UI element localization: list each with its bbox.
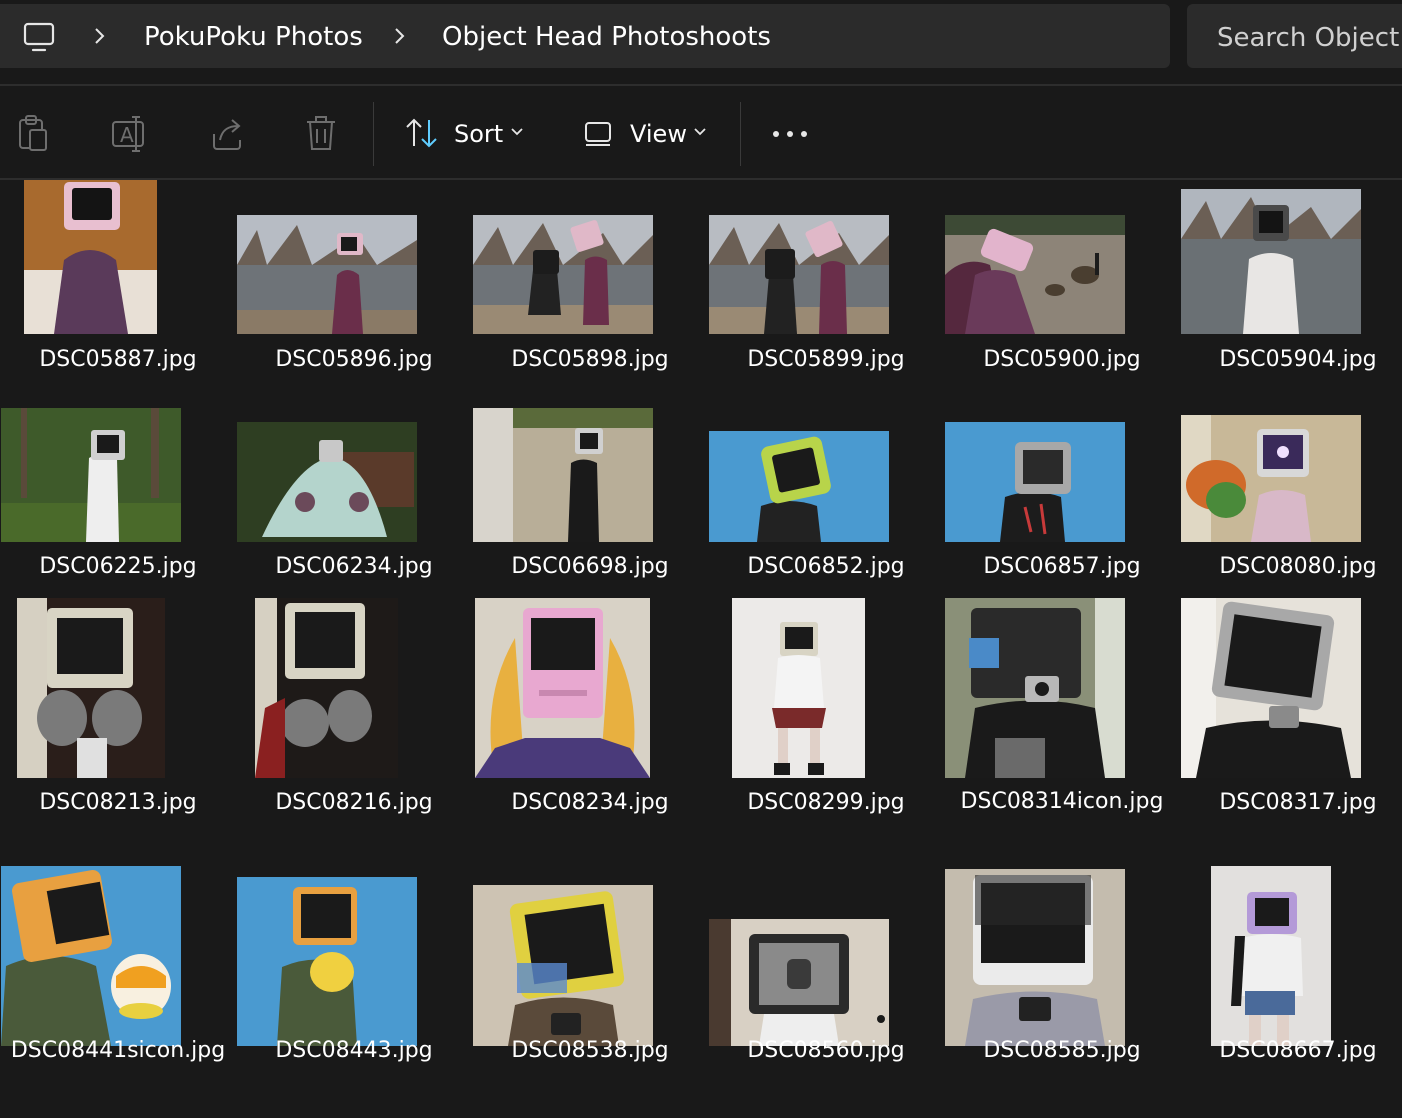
file-name: DSC08538.jpg (511, 1038, 669, 1063)
file-name: DSC08213.jpg (39, 790, 197, 815)
file-name: DSC05898.jpg (511, 347, 669, 372)
file-name: DSC08667.jpg (1219, 1038, 1377, 1063)
photo-thumbnail (1181, 598, 1361, 778)
file-item[interactable]: DSC08585.jpg (944, 866, 1180, 1118)
search-input[interactable]: Search Object Head Photoshoots (1187, 4, 1402, 68)
file-item[interactable]: DSC05896.jpg (236, 180, 472, 386)
photo-thumbnail (24, 180, 157, 334)
toolbar-separator (740, 102, 741, 166)
file-item[interactable]: DSC06698.jpg (472, 408, 708, 584)
photo-thumbnail (1211, 866, 1331, 1046)
share-icon[interactable] (208, 114, 246, 154)
view-label: View (630, 120, 687, 148)
photo-thumbnail (237, 877, 417, 1046)
photo-thumbnail (17, 598, 165, 778)
file-item[interactable]: DSC08080.jpg (1180, 408, 1402, 584)
photo-thumbnail (1181, 415, 1361, 542)
file-name: DSC06234.jpg (275, 554, 433, 579)
file-item[interactable]: DSC06225.jpg (0, 408, 236, 584)
file-name: DSC06225.jpg (39, 554, 197, 579)
sort-label: Sort (454, 120, 504, 148)
photo-thumbnail (709, 215, 889, 334)
file-item[interactable]: DSC08560.jpg (708, 866, 944, 1118)
more-icon[interactable] (770, 114, 810, 154)
file-item[interactable]: DSC08216.jpg (236, 598, 472, 856)
file-name: DSC08441sicon.jpg (10, 1038, 226, 1063)
file-item[interactable]: DSC08234.jpg (472, 598, 708, 856)
photo-thumbnail (1, 866, 181, 1046)
photo-thumbnail (945, 598, 1125, 778)
file-item[interactable]: DSC05899.jpg (708, 180, 944, 386)
file-grid: DSC05887.jpg DSC05896.jpg DSC05898.jpg D… (0, 180, 1402, 1118)
file-name: DSC08299.jpg (747, 790, 905, 815)
photo-thumbnail (1, 408, 181, 542)
monitor-icon[interactable] (22, 22, 56, 54)
file-item[interactable]: DSC06234.jpg (236, 408, 472, 584)
file-name: DSC06698.jpg (511, 554, 669, 579)
file-name: DSC08234.jpg (511, 790, 669, 815)
address-bar[interactable]: PokuPoku Photos Object Head Photoshoots (0, 4, 1170, 68)
view-button[interactable]: View (580, 106, 720, 162)
file-name: DSC08080.jpg (1219, 554, 1377, 579)
photo-thumbnail (732, 598, 865, 778)
view-icon (585, 122, 611, 146)
file-name: DSC08317.jpg (1219, 790, 1377, 815)
photo-thumbnail (945, 422, 1125, 542)
file-name: DSC05900.jpg (983, 347, 1141, 372)
sort-icon (406, 118, 437, 148)
file-name: DSC05899.jpg (747, 347, 905, 372)
photo-thumbnail (945, 869, 1125, 1046)
photo-thumbnail (945, 215, 1125, 334)
rename-icon[interactable]: A (110, 114, 150, 154)
photo-thumbnail (709, 919, 889, 1046)
photo-thumbnail (473, 885, 653, 1046)
chevron-right-icon[interactable] (392, 26, 408, 46)
file-name: DSC05904.jpg (1219, 347, 1377, 372)
photo-thumbnail (473, 215, 653, 334)
file-name: DSC05896.jpg (275, 347, 433, 372)
file-item[interactable]: DSC08314icon.jpg (944, 598, 1180, 856)
file-item[interactable]: DSC06857.jpg (944, 408, 1180, 584)
command-bar: A Sort View (0, 86, 1402, 178)
file-item[interactable]: DSC05887.jpg (0, 180, 236, 386)
file-name: DSC08443.jpg (275, 1038, 433, 1063)
chevron-right-icon[interactable] (92, 26, 108, 46)
photo-thumbnail (237, 215, 417, 334)
toolbar-separator (373, 102, 374, 166)
breadcrumb-pokupoku-photos[interactable]: PokuPoku Photos (144, 22, 363, 52)
file-name: DSC08314icon.jpg (960, 789, 1164, 814)
search-placeholder: Search Object Head Photoshoots (1217, 23, 1402, 53)
photo-thumbnail (473, 408, 653, 542)
svg-text:A: A (120, 123, 134, 147)
file-name: DSC06857.jpg (983, 554, 1141, 579)
file-item[interactable]: DSC05900.jpg (944, 180, 1180, 386)
file-item[interactable]: DSC05904.jpg (1180, 180, 1402, 386)
file-item[interactable]: DSC08441sicon.jpg (0, 866, 236, 1118)
photo-thumbnail (237, 422, 417, 542)
file-item[interactable]: DSC08538.jpg (472, 866, 708, 1118)
chevron-down-icon (511, 128, 523, 136)
breadcrumb-object-head-photoshoots[interactable]: Object Head Photoshoots (442, 22, 771, 52)
photo-thumbnail (475, 598, 650, 778)
file-item[interactable]: DSC08213.jpg (0, 598, 236, 856)
photo-thumbnail (255, 598, 398, 778)
file-name: DSC05887.jpg (39, 347, 197, 372)
file-name: DSC06852.jpg (747, 554, 905, 579)
sort-button[interactable]: Sort (400, 106, 540, 162)
file-name: DSC08585.jpg (983, 1038, 1141, 1063)
photo-thumbnail (709, 431, 889, 542)
file-item[interactable]: DSC08443.jpg (236, 866, 472, 1118)
file-item[interactable]: DSC08667.jpg (1180, 866, 1402, 1118)
file-item[interactable]: DSC08317.jpg (1180, 598, 1402, 856)
file-item[interactable]: DSC05898.jpg (472, 180, 708, 386)
clipboard-icon[interactable] (16, 114, 50, 154)
chevron-down-icon (694, 128, 706, 136)
file-name: DSC08216.jpg (275, 790, 433, 815)
file-name: DSC08560.jpg (747, 1038, 905, 1063)
file-item[interactable]: DSC08299.jpg (708, 598, 944, 856)
photo-thumbnail (1181, 189, 1361, 334)
delete-icon[interactable] (304, 114, 338, 154)
file-item[interactable]: DSC06852.jpg (708, 408, 944, 584)
